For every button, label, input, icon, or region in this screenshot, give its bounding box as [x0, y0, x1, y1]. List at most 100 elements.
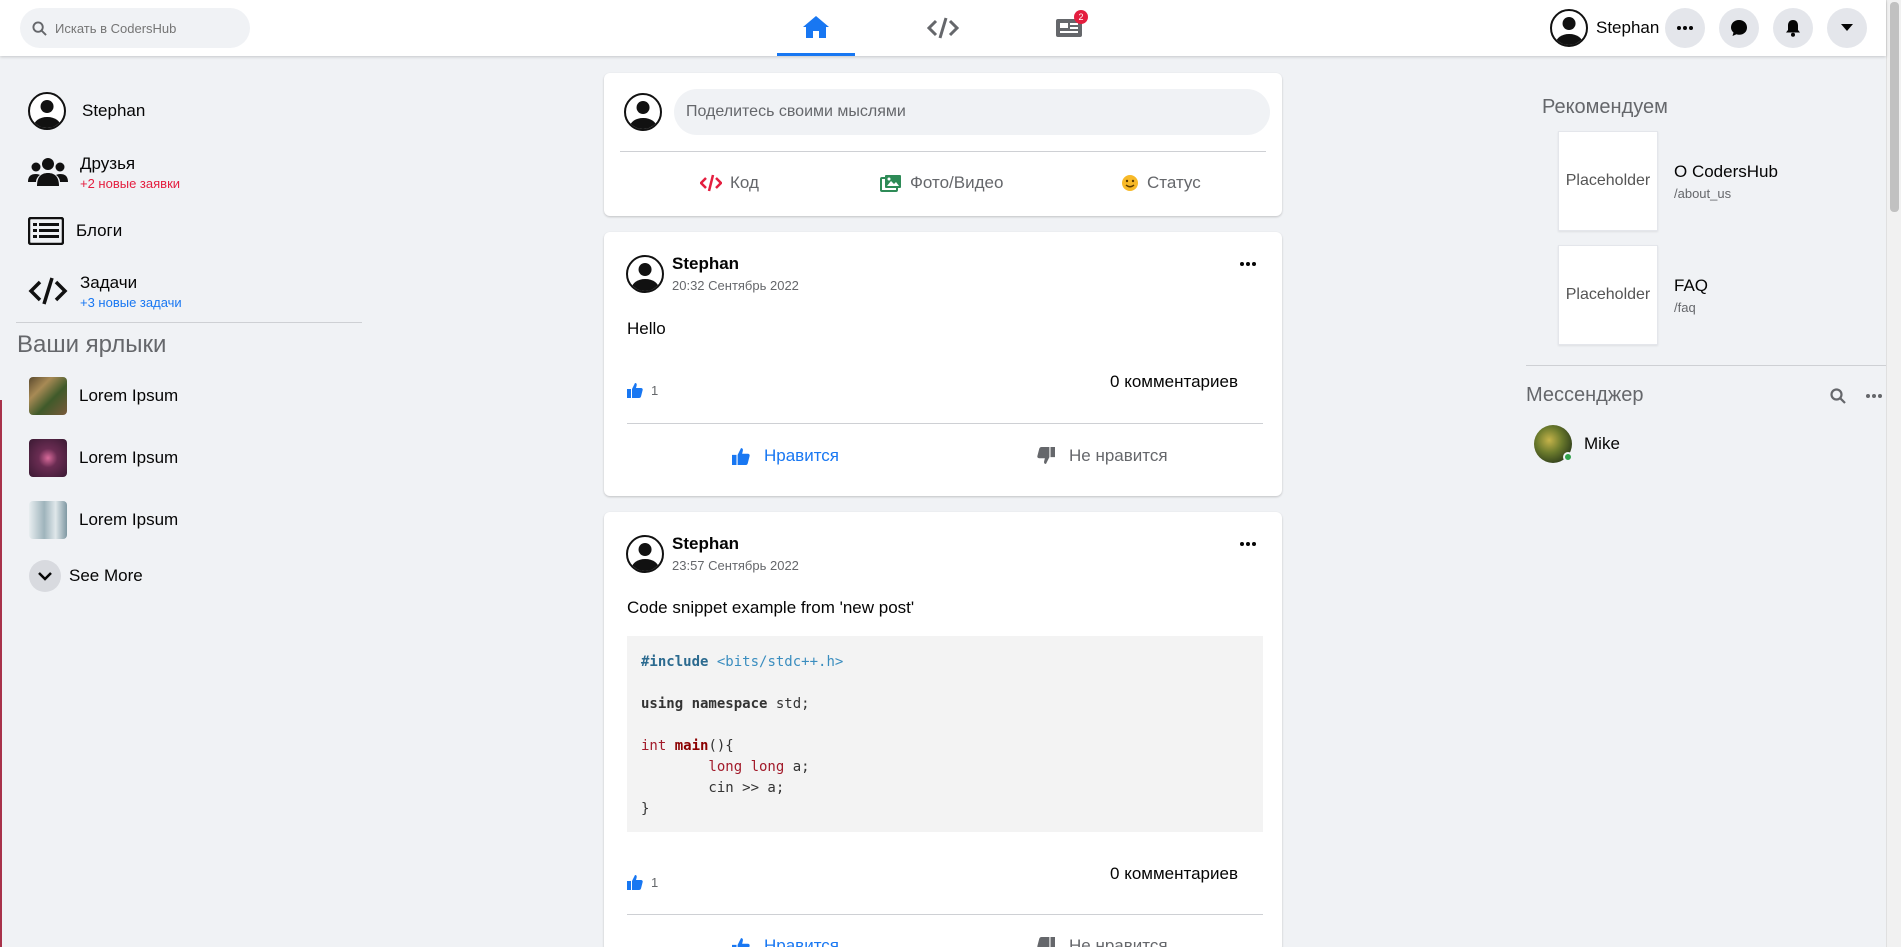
tab-blogs[interactable]: 2 — [1030, 0, 1108, 56]
avatar — [624, 93, 662, 131]
shortcut-item[interactable]: Lorem Ipsum — [16, 427, 362, 489]
code-token: cin >> a; — [641, 780, 785, 796]
contact-item[interactable]: Mike — [1534, 425, 1886, 463]
shortcut-item[interactable]: Lorem Ipsum — [16, 365, 362, 427]
shortcut-label: Lorem Ipsum — [79, 510, 179, 529]
like-count-value: 1 — [651, 874, 659, 890]
account-menu-button[interactable] — [1827, 8, 1867, 48]
post-divider — [627, 423, 1263, 424]
post-options-button[interactable] — [1236, 252, 1260, 276]
search-icon[interactable] — [1830, 387, 1846, 404]
tab-code[interactable] — [904, 0, 982, 56]
bell-icon — [1786, 20, 1800, 37]
more-icon — [1240, 262, 1256, 266]
shortcut-label: Lorem Ipsum — [79, 386, 179, 405]
sidebar-item-friends[interactable]: Друзья +2 новые заявки — [16, 142, 362, 202]
code-token: <bits/stdc++.h> — [708, 654, 844, 670]
notifications-button[interactable] — [1773, 8, 1813, 48]
smile-icon — [1122, 175, 1138, 191]
like-button[interactable]: Нравится — [732, 936, 839, 947]
comments-count[interactable]: 0 комментариев — [1110, 864, 1238, 884]
dislike-label: Не нравится — [1069, 936, 1168, 947]
home-icon — [803, 15, 829, 38]
avatar[interactable] — [626, 254, 664, 293]
dislike-label: Не нравится — [1069, 446, 1168, 465]
thumbs-up-icon — [627, 875, 643, 890]
post-composer: Поделитесь своими мыслями Код Фото/Видео… — [604, 73, 1282, 216]
see-more-button[interactable]: See More — [16, 551, 362, 601]
code-token: (){ — [708, 738, 734, 754]
recommendation-title: FAQ — [1674, 275, 1709, 295]
code-token: long long — [641, 759, 785, 775]
recommendation-path: /faq — [1674, 299, 1696, 315]
top-navigation-bar: 2 Stephan — [0, 0, 1886, 56]
like-label: Нравится — [764, 936, 840, 947]
search-box[interactable] — [20, 8, 250, 48]
avatar[interactable] — [626, 534, 664, 573]
search-input[interactable] — [55, 20, 235, 36]
code-token: } — [641, 801, 650, 817]
tab-home[interactable] — [777, 0, 855, 56]
like-count[interactable]: 1 — [627, 874, 658, 890]
post-header: Stephan 23:57 Сентябрь 2022 — [626, 534, 799, 573]
post-text: Code snippet example from 'new post' — [627, 598, 915, 617]
shortcut-thumbnail — [29, 439, 67, 477]
shortcut-item[interactable]: Lorem Ipsum — [16, 489, 362, 551]
sidebar-item-blogs[interactable]: Блоги — [16, 202, 362, 260]
chat-icon — [1731, 20, 1747, 36]
shortcut-thumbnail — [29, 377, 67, 415]
friends-label: Друзья — [80, 153, 136, 173]
caret-down-icon — [1841, 24, 1853, 31]
code-token: main — [674, 738, 709, 754]
dislike-button[interactable]: Не нравится — [1037, 936, 1168, 947]
friend-requests-note[interactable]: +2 новые заявки — [80, 176, 180, 191]
post-options-button[interactable] — [1236, 532, 1260, 556]
post-input[interactable]: Поделитесь своими мыслями — [674, 89, 1270, 135]
messenger-heading: Мессенджер — [1526, 384, 1644, 406]
profile-name: Stephan — [82, 101, 146, 120]
like-count[interactable]: 1 — [627, 382, 658, 398]
code-token: int — [641, 738, 667, 754]
code-snippet: #include <bits/stdc++.h> using namespace… — [627, 636, 1263, 832]
code-icon — [700, 174, 722, 192]
post-card: Stephan 20:32 Сентябрь 2022 Hello 1 0 ко… — [604, 232, 1282, 496]
thumbs-down-icon — [1037, 937, 1055, 947]
photo-video-button[interactable]: Фото/Видео — [880, 173, 1003, 193]
new-tasks-note[interactable]: +3 новые задачи — [80, 295, 182, 310]
placeholder-image: Placeholder — [1558, 131, 1658, 231]
tasks-label: Задачи — [80, 272, 138, 292]
post-author[interactable]: Stephan — [672, 534, 799, 554]
dislike-button[interactable]: Не нравится — [1037, 446, 1168, 466]
code-token: std; — [767, 696, 810, 712]
code-token: a; — [784, 759, 810, 775]
like-label: Нравится — [764, 446, 840, 465]
code-icon — [927, 17, 959, 39]
post-timestamp: 23:57 Сентябрь 2022 — [672, 558, 799, 573]
images-icon — [880, 175, 901, 192]
code-label: Код — [730, 173, 759, 192]
more-icon[interactable] — [1866, 393, 1882, 398]
scrollbar-thumb[interactable] — [1890, 2, 1899, 212]
code-post-button[interactable]: Код — [700, 173, 759, 193]
page-scrollbar[interactable] — [1886, 0, 1901, 947]
recommendation-item[interactable]: Placeholder O CodersHub /about_us — [1558, 131, 1886, 231]
recommendation-item[interactable]: Placeholder FAQ /faq — [1558, 245, 1886, 345]
window-edge — [0, 400, 2, 947]
recommendation-title: O CodersHub — [1674, 161, 1778, 181]
recommendation-path: /about_us — [1674, 185, 1732, 201]
recommend-heading: Рекомендуем — [1542, 96, 1668, 118]
thumbs-up-icon — [732, 448, 750, 465]
more-button[interactable] — [1665, 8, 1705, 48]
profile-chip[interactable]: Stephan — [1550, 8, 1659, 48]
status-button[interactable]: Статус — [1121, 173, 1201, 193]
composer-divider — [620, 151, 1266, 152]
messages-button[interactable] — [1719, 8, 1759, 48]
comments-count[interactable]: 0 комментариев — [1110, 372, 1238, 392]
post-divider — [627, 914, 1263, 915]
code-token: using namespace — [641, 696, 768, 712]
like-button[interactable]: Нравится — [732, 446, 839, 466]
status-label: Статус — [1147, 173, 1201, 192]
sidebar-item-profile[interactable]: Stephan — [16, 80, 362, 142]
post-author[interactable]: Stephan — [672, 254, 799, 274]
sidebar-item-tasks[interactable]: Задачи +3 новые задачи — [16, 260, 362, 322]
